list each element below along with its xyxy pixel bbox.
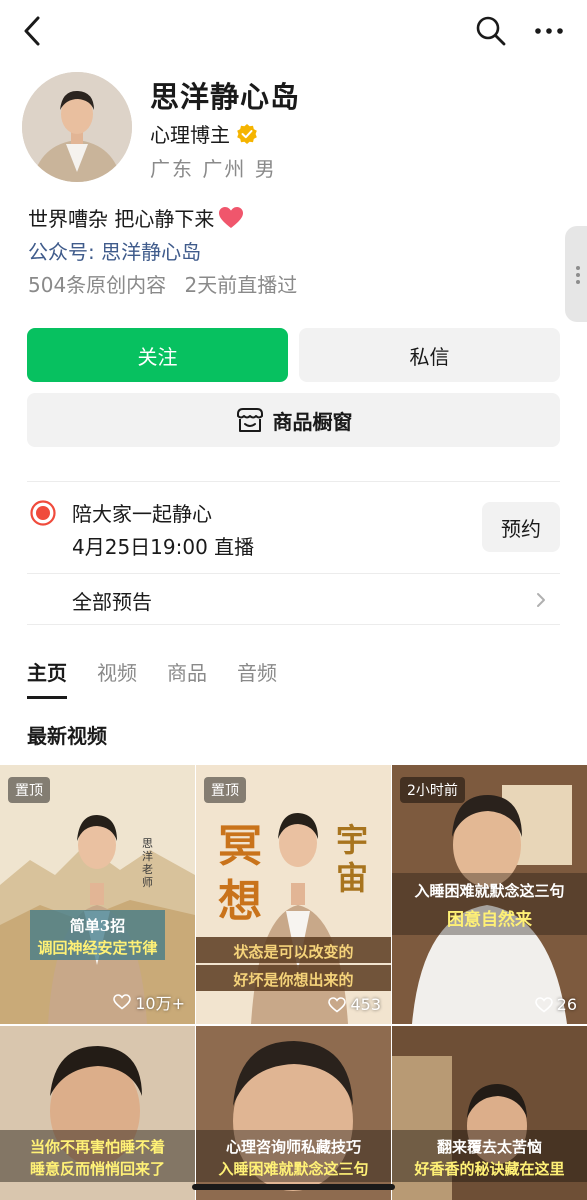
video-caption-line: 心理咨询师私藏技巧 xyxy=(225,1138,361,1156)
latest-videos-title: 最新视频 xyxy=(27,724,107,748)
video-caption-line: 好坏是你想出来的 xyxy=(233,971,354,989)
video-caption-line: 当你不再害怕睡不着 xyxy=(29,1138,165,1156)
top-bar xyxy=(0,0,587,64)
last-live-time: 2天前直播过 xyxy=(184,273,298,297)
bio-text: 世界嘈杂 把心静下来 xyxy=(28,207,215,231)
video-card[interactable]: 翻来覆去太苦恼 好香香的秘诀藏在这里 xyxy=(392,1026,587,1200)
side-drawer-handle[interactable] xyxy=(565,226,587,322)
video-caption-line: 翻来覆去太苦恼 xyxy=(436,1138,542,1156)
role-label: 心理博主 xyxy=(150,123,230,147)
profile-stats: 504条原创内容 2天前直播过 xyxy=(28,269,309,298)
follow-button[interactable]: 关注 xyxy=(27,328,288,382)
video-caption-line: 睡意反而悄悄回来了 xyxy=(29,1160,165,1178)
video-big-text: 宙 xyxy=(336,859,369,897)
pinned-badge: 置顶 xyxy=(204,777,246,803)
video-grid: 置顶 简单3招 调回神经安定节律 思洋老师 10万+ 置顶 冥 想 宇 宙 状态… xyxy=(0,765,587,1200)
original-content-count: 504条原创内容 xyxy=(28,273,167,297)
divider xyxy=(27,573,560,574)
video-caption-line: 入睡困难就默念这三句 xyxy=(414,882,565,900)
avatar[interactable] xyxy=(22,72,132,182)
search-icon[interactable] xyxy=(474,14,508,48)
avatar-image xyxy=(22,72,132,182)
video-caption-line: 好香香的秘诀藏在这里 xyxy=(414,1160,565,1178)
video-card[interactable]: 置顶 简单3招 调回神经安定节律 思洋老师 10万+ xyxy=(0,765,195,1024)
profile-bio: 世界嘈杂 把心静下来 xyxy=(28,203,244,232)
more-icon[interactable] xyxy=(532,18,566,44)
likes-count: 26 xyxy=(556,995,577,1014)
video-side-text: 思洋老师 xyxy=(142,837,153,889)
chevron-right-icon[interactable] xyxy=(533,588,549,612)
tab-products[interactable]: 商品 xyxy=(167,657,207,695)
time-badge: 2小时前 xyxy=(400,777,465,803)
official-account-link[interactable]: 公众号: 思洋静心岛 xyxy=(28,236,201,265)
heart-emoji-icon xyxy=(219,206,244,228)
video-caption-line: 简单3招 xyxy=(69,917,126,935)
profile-tabs: 主页 视频 商品 音频 xyxy=(27,657,277,699)
video-thumbnail xyxy=(0,765,195,1024)
tab-audio[interactable]: 音频 xyxy=(237,657,277,695)
video-caption-line: 入睡困难就默念这三句 xyxy=(218,1160,369,1178)
video-big-text: 想 xyxy=(218,876,262,927)
divider xyxy=(27,481,560,482)
video-caption-line: 状态是可以改变的 xyxy=(233,943,354,961)
home-indicator[interactable] xyxy=(192,1184,395,1190)
shop-icon xyxy=(236,408,263,432)
video-card[interactable]: 心理咨询师私藏技巧 入睡困难就默念这三句 xyxy=(196,1026,391,1200)
video-card[interactable]: 置顶 冥 想 宇 宙 状态是可以改变的 好坏是你想出来的 453 xyxy=(196,765,391,1024)
live-title: 陪大家一起静心 xyxy=(72,502,212,526)
shop-label: 商品橱窗 xyxy=(272,409,353,434)
tab-home[interactable]: 主页 xyxy=(27,657,67,699)
heart-outline-icon xyxy=(328,996,347,1013)
video-likes: 453 xyxy=(328,995,381,1014)
video-caption-line: 调回神经安定节律 xyxy=(37,939,158,957)
pinned-badge: 置顶 xyxy=(8,777,50,803)
video-likes: 10万+ xyxy=(113,990,185,1014)
heart-outline-icon xyxy=(534,996,553,1013)
tab-videos[interactable]: 视频 xyxy=(97,657,137,695)
video-card[interactable]: 2小时前 入睡困难就默念这三句 困意自然来 26 xyxy=(392,765,587,1024)
message-button[interactable]: 私信 xyxy=(299,328,560,382)
back-icon[interactable] xyxy=(18,14,46,48)
heart-outline-icon xyxy=(113,994,132,1010)
profile-role: 心理博主 xyxy=(150,119,258,148)
live-time: 4月25日19:00 直播 xyxy=(72,535,255,559)
profile-location: 广东 广州 男 xyxy=(150,157,277,181)
video-likes: 26 xyxy=(534,995,577,1014)
divider xyxy=(27,624,560,625)
video-caption-line: 困意自然来 xyxy=(447,910,532,930)
video-card[interactable]: 当你不再害怕睡不着 睡意反而悄悄回来了 xyxy=(0,1026,195,1200)
likes-count: 10万+ xyxy=(135,994,185,1013)
profile-name: 思洋静心岛 xyxy=(150,80,301,114)
all-preview-link[interactable]: 全部预告 xyxy=(72,586,152,615)
reserve-button[interactable]: 预约 xyxy=(482,502,560,552)
verified-badge-icon xyxy=(237,123,257,144)
live-icon xyxy=(30,500,56,526)
shop-window-button[interactable]: 商品橱窗 xyxy=(27,393,560,447)
likes-count: 453 xyxy=(350,995,381,1014)
